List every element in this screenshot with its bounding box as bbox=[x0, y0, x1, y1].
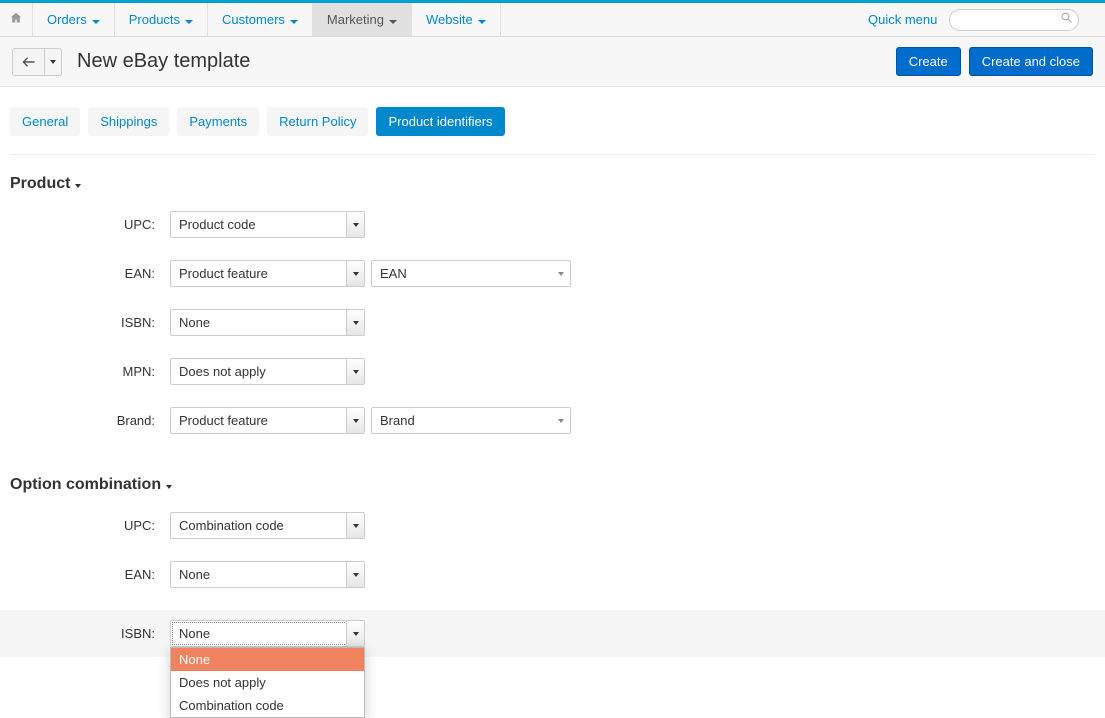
select-value: Product feature bbox=[179, 413, 268, 428]
nav-orders[interactable]: Orders bbox=[33, 3, 115, 36]
section-product: Product UPC: Product code EAN: Product f… bbox=[0, 155, 1105, 434]
section-title: Product bbox=[10, 175, 70, 193]
field-label: EAN: bbox=[10, 266, 170, 281]
back-button-group bbox=[12, 48, 62, 76]
nav-products[interactable]: Products bbox=[115, 3, 208, 36]
nav-label: Customers bbox=[222, 12, 285, 27]
tabs-container: General Shippings Payments Return Policy… bbox=[0, 87, 1105, 146]
caret-down-icon bbox=[166, 476, 172, 494]
chevron-down-icon bbox=[346, 359, 364, 384]
dropdown-item-does-not-apply[interactable]: Does not apply bbox=[171, 671, 364, 694]
search-input[interactable] bbox=[949, 9, 1079, 31]
nav-label: Website bbox=[426, 12, 473, 27]
dropdown-combo-isbn: None Does not apply Combination code bbox=[170, 647, 365, 718]
nav-label: Marketing bbox=[327, 12, 384, 27]
caret-down-icon bbox=[185, 12, 193, 27]
select-value: None bbox=[179, 626, 210, 641]
back-button[interactable] bbox=[12, 48, 44, 76]
field-product-upc: UPC: Product code bbox=[10, 211, 1095, 238]
select-combo-upc[interactable]: Combination code bbox=[170, 512, 365, 539]
home-icon bbox=[10, 12, 22, 27]
field-combo-upc: UPC: Combination code bbox=[10, 512, 1095, 539]
select-combo-ean[interactable]: None bbox=[170, 561, 365, 588]
field-label: MPN: bbox=[10, 364, 170, 379]
tab-product-identifiers[interactable]: Product identifiers bbox=[376, 107, 504, 136]
select-value: Product feature bbox=[179, 266, 268, 281]
quick-menu[interactable]: Quick menu bbox=[856, 3, 949, 36]
nav-home[interactable] bbox=[0, 3, 33, 36]
field-product-isbn: ISBN: None bbox=[10, 309, 1095, 336]
field-label: UPC: bbox=[10, 518, 170, 533]
quick-menu-label: Quick menu bbox=[868, 12, 937, 27]
field-product-ean: EAN: Product feature EAN bbox=[10, 260, 1095, 287]
chevron-down-icon bbox=[346, 513, 364, 538]
nav-website[interactable]: Website bbox=[412, 3, 501, 36]
select-product-ean-feature[interactable]: EAN bbox=[371, 260, 571, 287]
select-value: Does not apply bbox=[179, 364, 266, 379]
caret-down-icon bbox=[75, 175, 81, 193]
dropdown-item-combination-code[interactable]: Combination code bbox=[171, 694, 364, 717]
dropdown-item-none[interactable]: None bbox=[171, 648, 364, 671]
section-head-option-combination[interactable]: Option combination bbox=[10, 476, 1095, 494]
field-combo-isbn: ISBN: None None Does not apply Combinati… bbox=[0, 610, 1105, 657]
search-wrap bbox=[949, 9, 1105, 31]
caret-down-icon bbox=[478, 12, 486, 27]
select-product-mpn[interactable]: Does not apply bbox=[170, 358, 365, 385]
back-dropdown[interactable] bbox=[44, 48, 62, 76]
title-bar: New eBay template Create Create and clos… bbox=[0, 37, 1105, 87]
caret-down-icon bbox=[92, 12, 100, 27]
select-product-brand-feature[interactable]: Brand bbox=[371, 407, 571, 434]
nav-marketing[interactable]: Marketing bbox=[313, 3, 412, 36]
select-product-brand[interactable]: Product feature bbox=[170, 407, 365, 434]
field-label: ISBN: bbox=[10, 315, 170, 330]
field-product-mpn: MPN: Does not apply bbox=[10, 358, 1095, 385]
chevron-down-icon bbox=[346, 562, 364, 587]
select-product-isbn[interactable]: None bbox=[170, 309, 365, 336]
chevron-down-icon bbox=[552, 408, 570, 433]
field-label: UPC: bbox=[10, 217, 170, 232]
select-value: Product code bbox=[179, 217, 256, 232]
tabs: General Shippings Payments Return Policy… bbox=[10, 107, 1095, 136]
create-and-close-button[interactable]: Create and close bbox=[969, 47, 1093, 76]
create-button[interactable]: Create bbox=[896, 47, 961, 76]
select-product-ean[interactable]: Product feature bbox=[170, 260, 365, 287]
tab-payments[interactable]: Payments bbox=[177, 107, 259, 136]
chevron-down-icon bbox=[346, 310, 364, 335]
caret-down-icon bbox=[389, 12, 397, 27]
field-label: EAN: bbox=[10, 567, 170, 582]
tab-return-policy[interactable]: Return Policy bbox=[267, 107, 368, 136]
chevron-down-icon bbox=[346, 408, 364, 433]
field-label: Brand: bbox=[10, 413, 170, 428]
section-option-combination: Option combination UPC: Combination code… bbox=[0, 456, 1105, 657]
nav-label: Products bbox=[129, 12, 180, 27]
chevron-down-icon bbox=[552, 261, 570, 286]
page-title: New eBay template bbox=[77, 50, 250, 73]
field-product-brand: Brand: Product feature Brand bbox=[10, 407, 1095, 434]
field-label: ISBN: bbox=[10, 626, 170, 641]
title-actions: Create Create and close bbox=[896, 47, 1093, 76]
field-combo-ean: EAN: None bbox=[10, 561, 1095, 588]
caret-down-icon bbox=[290, 12, 298, 27]
select-product-upc[interactable]: Product code bbox=[170, 211, 365, 238]
main-navigation: Orders Products Customers Marketing Webs… bbox=[0, 3, 1105, 37]
select-combo-isbn[interactable]: None bbox=[170, 620, 365, 647]
select-value: Combination code bbox=[179, 518, 284, 533]
chevron-down-icon bbox=[346, 261, 364, 286]
select-value: Brand bbox=[380, 413, 415, 428]
select-value: None bbox=[179, 315, 210, 330]
tab-shippings[interactable]: Shippings bbox=[88, 107, 169, 136]
section-title: Option combination bbox=[10, 476, 161, 494]
nav-customers[interactable]: Customers bbox=[208, 3, 313, 36]
chevron-down-icon bbox=[346, 212, 364, 237]
chevron-down-icon bbox=[346, 621, 364, 646]
tab-general[interactable]: General bbox=[10, 107, 80, 136]
select-value: EAN bbox=[380, 266, 407, 281]
section-head-product[interactable]: Product bbox=[10, 175, 1095, 193]
nav-label: Orders bbox=[47, 12, 87, 27]
select-value: None bbox=[179, 567, 210, 582]
